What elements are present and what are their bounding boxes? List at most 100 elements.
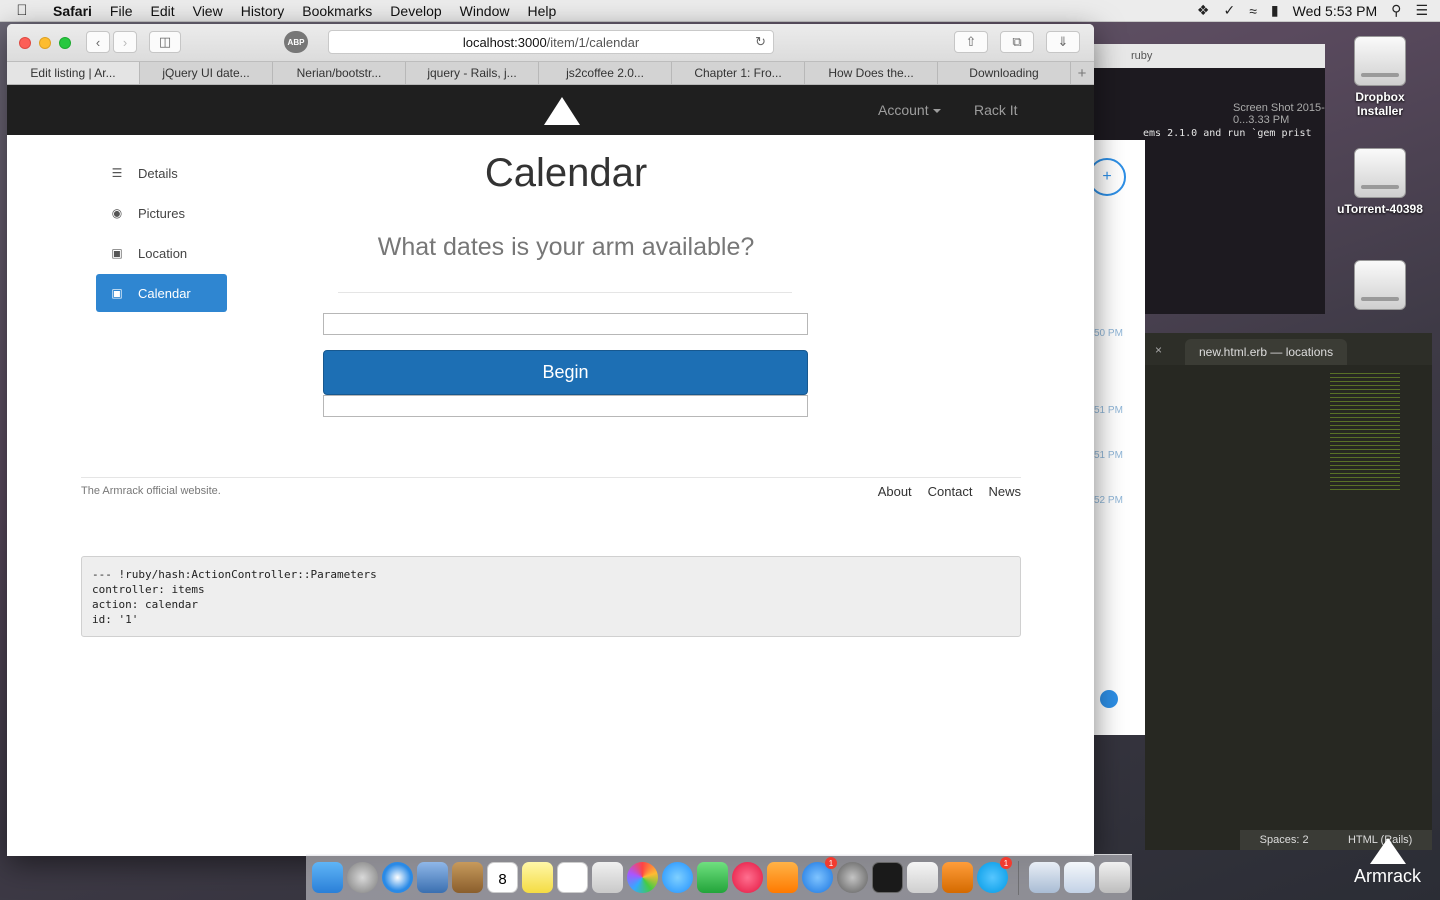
apple-menu-icon[interactable]:  [0,2,44,19]
tab-downloading[interactable]: Downloading [938,62,1071,84]
maps-icon[interactable] [592,862,623,893]
begin-button[interactable]: Begin [323,350,808,395]
page-subtitle: What dates is your arm available? [377,233,755,261]
lock-icon: ▣ [111,286,123,300]
dropbox-icon[interactable]: ❖ [1197,2,1210,19]
menu-edit[interactable]: Edit [141,3,183,19]
downloads-button[interactable]: ⇓ [1046,31,1080,53]
terminal-icon[interactable] [872,862,903,893]
menu-develop[interactable]: Develop [381,3,450,19]
account-dropdown[interactable]: Account [878,102,941,118]
back-button[interactable]: ‹ [86,31,110,53]
photos-icon[interactable] [627,862,658,893]
sidebar-item-pictures[interactable]: ◉ Pictures [96,194,227,232]
tabs-overview-button[interactable]: ⧉ [1000,31,1034,53]
menu-bookmarks[interactable]: Bookmarks [293,3,381,19]
sidebar-item-details[interactable]: ☰ Details [96,154,227,192]
contacts-icon[interactable] [452,862,483,893]
share-button[interactable]: ⇧ [954,31,988,53]
itunes-icon[interactable] [732,862,763,893]
messages-icon[interactable] [662,862,693,893]
close-tab-icon[interactable]: × [1155,343,1162,357]
preview-icon[interactable] [417,862,448,893]
tab-js2coffee[interactable]: js2coffee 2.0... [539,62,672,84]
page-content: ☰ Details ◉ Pictures ▣ Location ▣ Calend… [7,135,1094,855]
menu-help[interactable]: Help [518,3,565,19]
tab-jquery-ui[interactable]: jQuery UI date... [140,62,273,84]
date-range-input-end[interactable] [323,395,808,417]
app-store-icon[interactable]: 1 [802,857,837,893]
spotlight-search-icon[interactable]: ⚲ [1391,2,1401,19]
date-range-input-start[interactable] [323,313,808,335]
desktop-icon-drive[interactable] [1325,260,1435,314]
tab-how-does[interactable]: How Does the... [805,62,938,84]
footer-link-news[interactable]: News [988,484,1021,499]
background-editor-window[interactable]: × new.html.erb — locations Spaces: 2 HTM… [1145,333,1432,850]
camera-icon: ◉ [111,206,123,220]
rack-it-link[interactable]: Rack It [974,102,1018,118]
sidebar-item-label: Calendar [138,285,191,301]
desktop-icon-dropbox-installer[interactable]: Dropbox Installer [1325,36,1435,118]
editor-minimap[interactable] [1330,373,1400,493]
applications-folder-icon[interactable] [1029,862,1060,893]
ibooks-icon[interactable] [767,862,798,893]
textedit-icon[interactable] [907,862,938,893]
armrack-wordmark: Armrack [1354,866,1421,886]
menu-clock[interactable]: Wed 5:53 PM [1293,3,1378,19]
safari-icon[interactable] [382,862,413,893]
dock: 8 1 1 [306,854,1132,900]
facetime-icon[interactable] [697,862,728,893]
menu-window[interactable]: Window [451,3,519,19]
armrack-logo-icon[interactable] [544,97,580,125]
forward-button[interactable]: › [113,31,137,53]
battery-icon[interactable]: ▮ [1271,2,1279,19]
close-window-button[interactable] [19,36,31,49]
notes-icon[interactable] [522,862,553,893]
finder-icon[interactable] [312,862,343,893]
downloads-folder-icon[interactable] [1064,862,1095,893]
armrack-triangle-icon [1369,838,1406,864]
menu-app-name[interactable]: Safari [44,3,101,19]
notification-center-icon[interactable]: ☰ [1415,2,1428,19]
sublime-text-icon[interactable] [942,862,973,893]
minimize-window-button[interactable] [39,36,51,49]
wifi-icon[interactable]: ≈ [1249,3,1257,19]
address-bar[interactable]: localhost:3000/item/1/calendar ↻ [328,30,774,54]
background-chat-window[interactable]: + 50 PM 51 PM 51 PM 52 PM [1088,140,1145,735]
trash-icon[interactable] [1099,862,1130,893]
desktop-icon-utorrent[interactable]: uTorrent-40398 [1325,148,1435,216]
chat-time: 52 PM [1094,495,1123,506]
menu-file[interactable]: File [101,3,142,19]
checkmark-status-icon[interactable]: ✓ [1223,2,1235,19]
adblock-plus-icon[interactable]: ABP [284,31,308,53]
calendar-app-icon[interactable]: 8 [487,862,518,893]
tab-chapter-1[interactable]: Chapter 1: Fro... [672,62,805,84]
editor-tab[interactable]: new.html.erb — locations [1185,339,1348,365]
zoom-window-button[interactable] [59,36,71,49]
skype-icon[interactable]: 1 [977,857,1012,893]
tab-nerian[interactable]: Nerian/bootstr... [273,62,406,84]
sidebar-item-calendar[interactable]: ▣ Calendar [96,274,227,312]
tab-jquery-rails[interactable]: jquery - Rails, j... [406,62,539,84]
system-preferences-icon[interactable] [837,862,868,893]
launchpad-icon[interactable] [347,862,378,893]
footer-divider [81,477,1021,478]
debug-line: --- !ruby/hash:ActionController::Paramet… [92,568,377,581]
safari-toolbar: ‹ › ◫ ABP localhost:3000/item/1/calendar… [7,24,1094,61]
menu-history[interactable]: History [232,3,294,19]
sidebar-item-location[interactable]: ▣ Location [96,234,227,272]
footer-link-about[interactable]: About [878,484,912,499]
site-navbar: Account Rack It [7,85,1094,135]
sidebar-toggle-button[interactable]: ◫ [149,31,181,53]
account-label: Account [878,102,929,118]
new-tab-icon[interactable]: + [1071,62,1093,84]
url-path: /item/1/calendar [546,34,640,50]
reminders-icon[interactable] [557,862,588,893]
reload-icon[interactable]: ↻ [755,34,766,50]
debug-params-block: --- !ruby/hash:ActionController::Paramet… [81,556,1021,637]
emoji-icon[interactable] [1100,690,1118,708]
footer-link-contact[interactable]: Contact [928,484,973,499]
menu-view[interactable]: View [184,3,232,19]
tab-edit-listing[interactable]: Edit listing | Ar... [7,62,140,84]
status-spaces[interactable]: Spaces: 2 [1260,834,1309,846]
